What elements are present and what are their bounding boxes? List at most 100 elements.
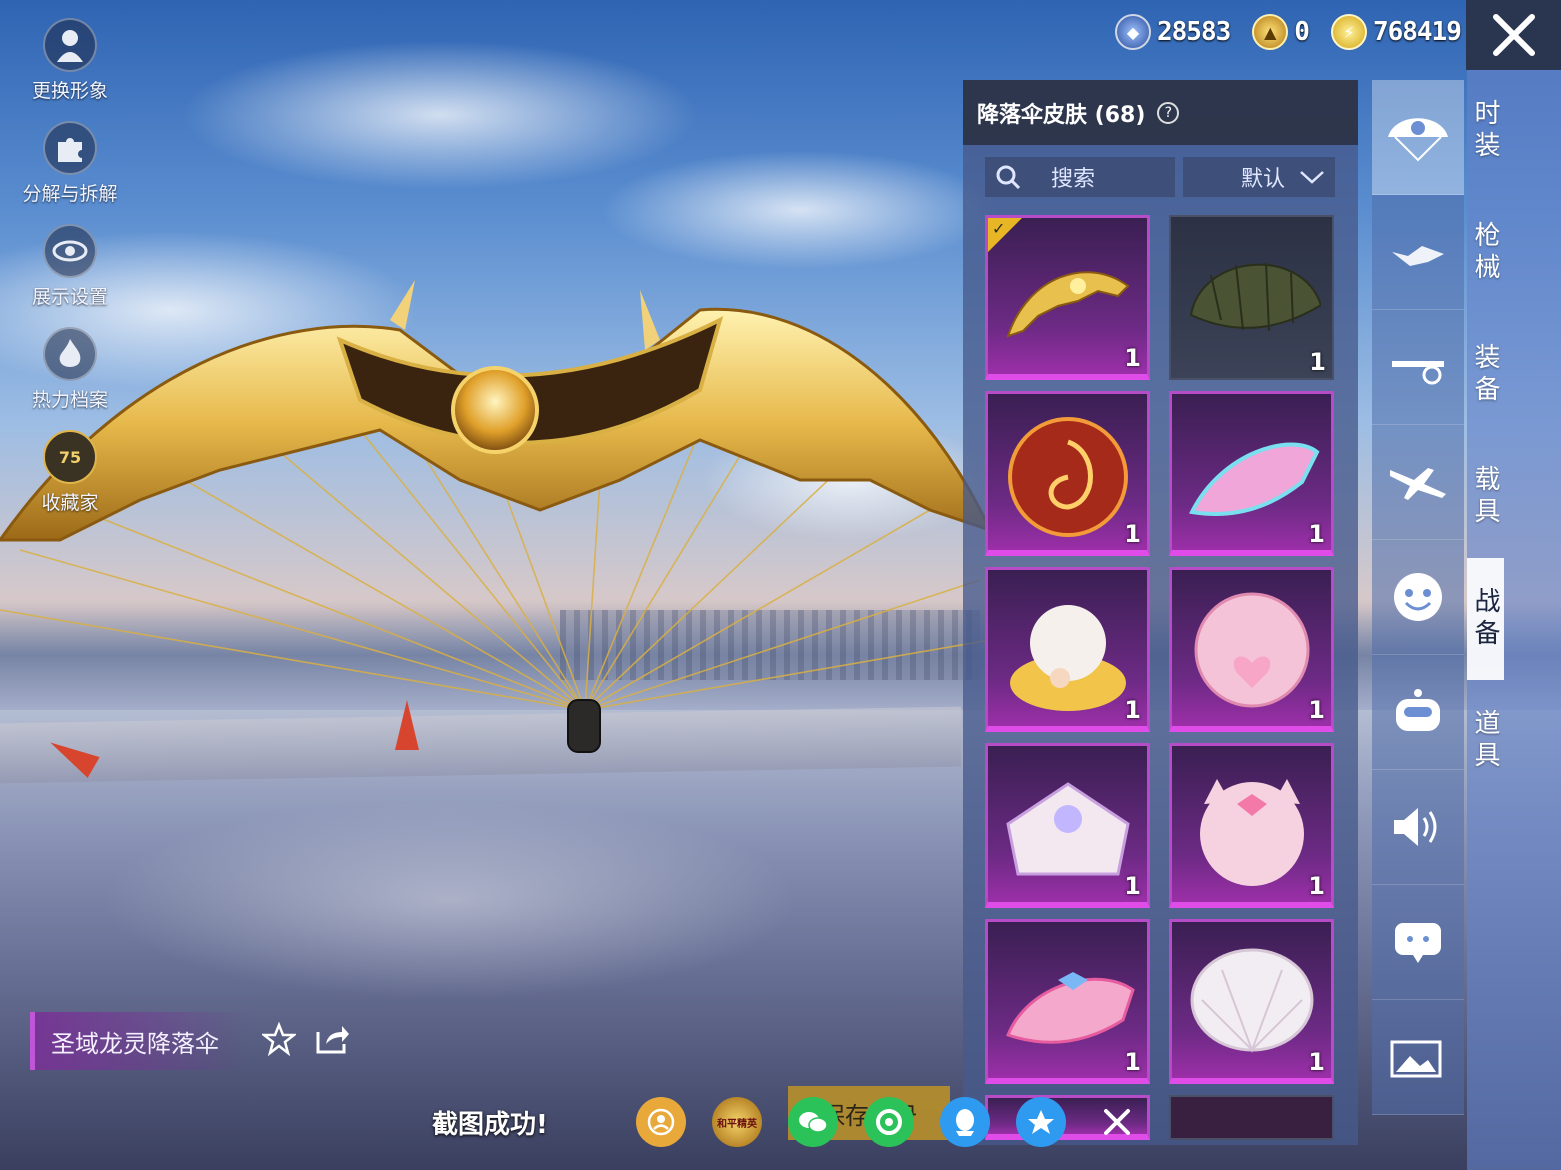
lace-cream-chute-icon [1006, 782, 1130, 876]
close-share-button[interactable] [1092, 1097, 1142, 1147]
close-icon [1104, 1109, 1130, 1135]
category-skydive[interactable] [1372, 195, 1464, 310]
tab-equipment[interactable]: 装备 [1467, 314, 1504, 436]
cream-bun-chute-icon [1010, 605, 1126, 711]
share-bar: 和平精英 [636, 1097, 1142, 1147]
item-quantity: 1 [1308, 1048, 1325, 1076]
silver-coin-icon: ◆ [1115, 14, 1151, 50]
main-tab-column: 时装 枪械 装备 载具 战备 道具 [1467, 70, 1561, 1170]
category-drone[interactable] [1372, 310, 1464, 425]
qq-icon [956, 1109, 974, 1136]
item-quantity: 1 [1308, 872, 1325, 900]
menu-label: 收藏家 [41, 492, 99, 514]
filter-row: 搜索 默认 [985, 157, 1335, 197]
lightning-coin-icon: ⚡ [1330, 14, 1367, 50]
pink-heart-chute-icon [1194, 592, 1310, 708]
category-voice[interactable] [1372, 770, 1464, 885]
avatar-icon [43, 18, 97, 72]
menu-label: 热力档案 [31, 389, 108, 411]
menu-label: 展示设置 [31, 286, 108, 308]
item-quantity: 1 [1308, 696, 1325, 724]
robot-icon [1396, 689, 1440, 731]
collector-button[interactable]: 75 收藏家 [20, 430, 120, 515]
profile-share-button[interactable] [636, 1097, 686, 1147]
category-parachute[interactable] [1372, 80, 1464, 195]
tab-props[interactable]: 道具 [1467, 680, 1504, 802]
item-quantity: 1 [1124, 872, 1141, 900]
item-quantity: 1 [1124, 344, 1141, 372]
share-icon[interactable] [314, 1022, 350, 1056]
moments-icon [876, 1109, 902, 1135]
category-robot[interactable] [1372, 655, 1464, 770]
item-quantity: 1 [1124, 1048, 1141, 1076]
tab-fashion[interactable]: 时装 [1467, 70, 1504, 192]
pink-bow-chute-icon [1006, 972, 1135, 1044]
category-emote[interactable] [1372, 540, 1464, 655]
gallery-icon [1390, 1040, 1442, 1078]
fire-swirl-chute-icon [1008, 417, 1128, 537]
parachute-icon [1388, 118, 1448, 162]
item-card[interactable]: ✓ 1 [985, 215, 1150, 380]
screenshot-toast: 截图成功! [432, 1110, 548, 1140]
tab-vehicles[interactable]: 载具 [1467, 436, 1504, 558]
item-grid: ✓ 1 1 1 1 1 1 1 1 1 1 [985, 215, 1334, 1140]
pink-cyan-chute-icon [1188, 442, 1320, 516]
panel-header: 降落伞皮肤 (68) ? [963, 80, 1358, 145]
item-card[interactable]: 1 [1169, 567, 1334, 732]
skydiver-icon [1392, 246, 1444, 266]
collector-level: 75 [58, 447, 82, 467]
emote-face-icon [1394, 573, 1442, 621]
puzzle-icon [43, 121, 97, 175]
item-card[interactable]: 1 [985, 919, 1150, 1084]
category-gallery[interactable] [1372, 1000, 1464, 1115]
item-card[interactable]: 1 [1169, 919, 1334, 1084]
qzone-share-button[interactable] [1016, 1097, 1066, 1147]
item-card[interactable]: 1 [1169, 743, 1334, 908]
chat-bubble-icon [1395, 923, 1441, 963]
game-logo-button[interactable]: 和平精英 [712, 1097, 762, 1147]
qzone-icon [1028, 1110, 1054, 1134]
selected-item-name: 圣域龙灵降落伞 [30, 1012, 250, 1070]
wechat-icon [799, 1112, 828, 1133]
search-icon [996, 165, 1021, 190]
wechat-share-button[interactable] [788, 1097, 838, 1147]
item-quantity: 1 [1308, 520, 1325, 548]
menu-label: 更换形象 [31, 80, 108, 102]
eye-icon [43, 224, 97, 278]
chevron-down-icon [1300, 171, 1324, 184]
plane-icon [1390, 468, 1446, 500]
category-plane[interactable] [1372, 425, 1464, 540]
display-settings-button[interactable]: 展示设置 [20, 224, 120, 309]
change-avatar-button[interactable]: 更换形象 [20, 18, 120, 103]
decompose-button[interactable]: 分解与拆解 [20, 121, 120, 206]
close-button[interactable] [1466, 0, 1561, 70]
item-card[interactable]: 1 [1169, 215, 1334, 380]
sort-label: 默认 [1240, 167, 1285, 192]
currency-silver: ◆ 28583 [1115, 14, 1231, 50]
pink-cat-chute-icon [1200, 779, 1304, 886]
skin-panel: 降落伞皮肤 (68) ? 搜索 默认 ✓ 1 1 1 1 1 1 1 1 1 1 [963, 80, 1358, 1145]
tab-weapons[interactable]: 枪械 [1467, 192, 1504, 314]
item-card[interactable]: 1 [985, 391, 1150, 556]
item-card[interactable]: 1 [985, 567, 1150, 732]
heat-profile-button[interactable]: 热力档案 [20, 327, 120, 412]
item-card[interactable] [1169, 1095, 1334, 1140]
qq-share-button[interactable] [940, 1097, 990, 1147]
tab-combat-prep[interactable]: 战备 [1467, 558, 1504, 680]
game-logo-icon: 和平精英 [717, 1118, 757, 1130]
left-menu: 更换形象 分解与拆解 展示设置 热力档案 75 收藏家 [20, 18, 120, 533]
currency-value: 28583 [1157, 17, 1231, 47]
moments-share-button[interactable] [864, 1097, 914, 1147]
item-card[interactable]: 1 [1169, 391, 1334, 556]
search-input[interactable]: 搜索 [985, 157, 1175, 197]
currency-value: 0 [1294, 17, 1310, 47]
close-icon [1492, 14, 1535, 56]
favorite-star-icon[interactable] [262, 1022, 296, 1056]
profile-share-icon [647, 1108, 675, 1136]
item-card[interactable]: 1 [985, 743, 1150, 908]
category-chat[interactable] [1372, 885, 1464, 1000]
currency-value: 768419 [1372, 17, 1462, 47]
sort-dropdown[interactable]: 默认 [1183, 157, 1335, 197]
currency-gold: ▲ 0 [1252, 14, 1310, 50]
help-button[interactable]: ? [1157, 101, 1180, 124]
